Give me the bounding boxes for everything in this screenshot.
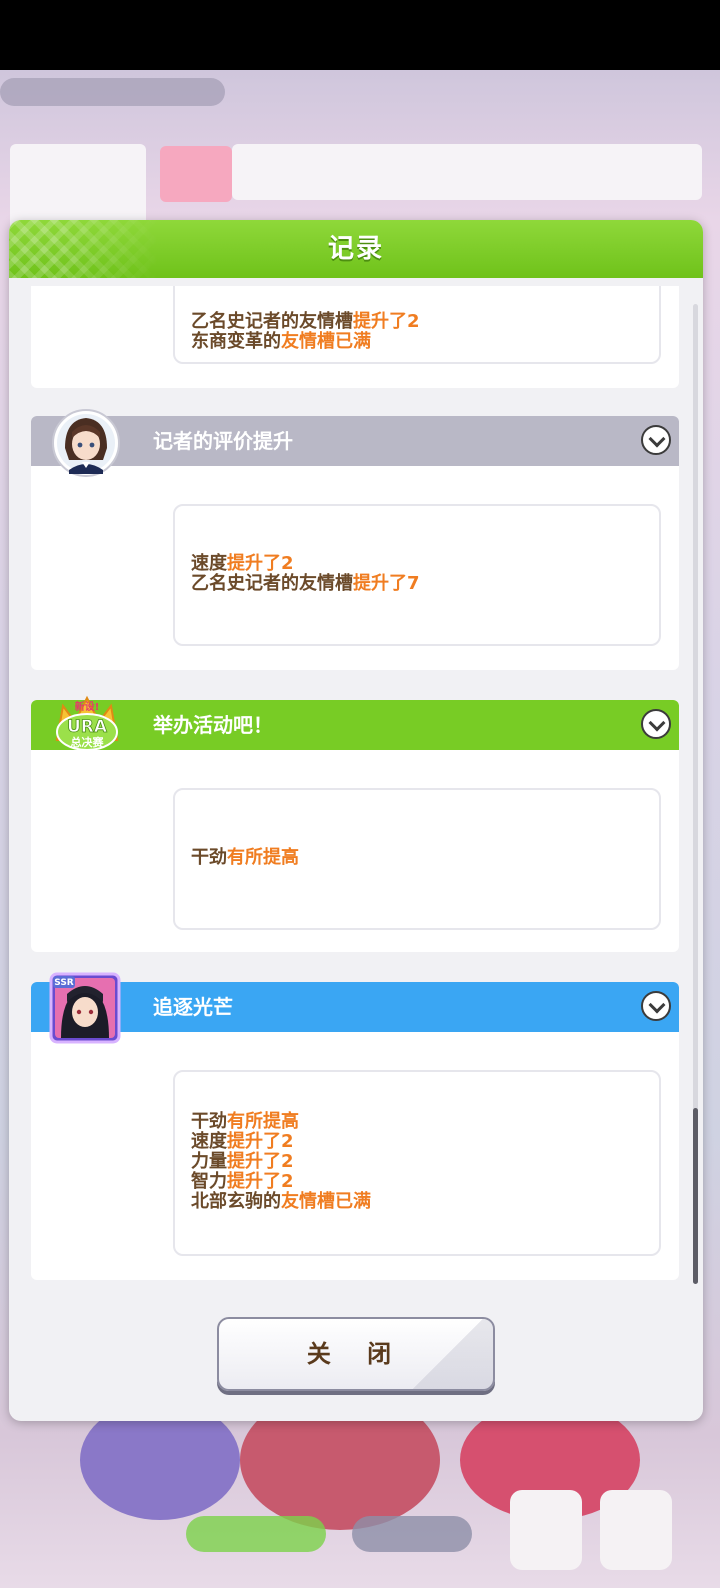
card-title: 举办活动吧！ — [153, 713, 273, 737]
log-card-event: 举办活动吧！ 干劲有所提高 — [31, 700, 679, 952]
card-title: 记者的评价提升 — [153, 429, 293, 453]
bg-goal-panel — [232, 144, 702, 200]
detail-lines: 干劲有所提高 速度提升了2 力量提升了2 智力提升了2 北部玄驹的友情槽已满 — [191, 1112, 371, 1212]
bg-log-button — [510, 1490, 582, 1570]
detail-line: 速度提升了2 — [191, 553, 294, 574]
detail-line: 北部玄驹的友情槽已满 — [191, 1191, 371, 1212]
detail-line: 东商变革的友情槽已满 — [191, 331, 371, 352]
badge-ura-label: URA — [67, 717, 108, 737]
detail-line: 干劲有所提高 — [191, 847, 299, 868]
log-list[interactable]: 乙名史记者的友情槽提升了2 东商变革的友情槽已满 记者的评价提升 速度提升了2 … — [31, 286, 681, 1286]
card-title: 追逐光芒 — [153, 995, 233, 1019]
detail-box: 干劲有所提高 — [173, 788, 661, 930]
scrollbar-thumb[interactable] — [693, 1108, 698, 1284]
rank-label: SSR — [54, 978, 74, 988]
card-header[interactable]: 追逐光芒 — [31, 982, 679, 1032]
log-card-reporter: 记者的评价提升 速度提升了2 乙名史记者的友情槽提升了7 — [31, 416, 679, 670]
chevron-down-icon[interactable] — [641, 709, 671, 739]
card-header[interactable]: 记者的评价提升 — [31, 416, 679, 466]
dialog-header: 记录 — [9, 220, 703, 278]
reporter-avatar-icon — [52, 409, 120, 477]
badge-new-label: 新设! — [75, 700, 100, 713]
chevron-down-icon[interactable] — [641, 991, 671, 1021]
log-card-support: 追逐光芒 干劲有所提高 速度提升了2 力量提升了2 智力提升了2 北部玄驹的友情… — [31, 982, 679, 1280]
detail-box: 速度提升了2 乙名史记者的友情槽提升了7 — [173, 504, 661, 646]
bg-item-button — [352, 1516, 472, 1552]
dialog-title: 记录 — [327, 234, 384, 264]
bg-skill-button — [186, 1516, 326, 1552]
log-card-partial: 乙名史记者的友情槽提升了2 东商变革的友情槽已满 — [31, 286, 679, 388]
detail-line: 力量提升了2 — [191, 1151, 294, 1172]
detail-line: 干劲有所提高 — [191, 1111, 299, 1132]
close-button[interactable]: 关 闭 — [217, 1317, 495, 1391]
card-header[interactable]: 举办活动吧！ — [31, 700, 679, 750]
bg-menu-button — [600, 1490, 672, 1570]
log-dialog: 记录 乙名史记者的友情槽提升了2 东商变革的友情槽已满 记者的评价提升 速度提升… — [9, 220, 703, 1421]
detail-box: 乙名史记者的友情槽提升了2 东商变革的友情槽已满 — [173, 286, 661, 364]
detail-line: 速度提升了2 — [191, 1131, 294, 1152]
chevron-down-icon[interactable] — [641, 425, 671, 455]
ura-finals-badge-icon: 新设! URA 总决赛 — [55, 695, 119, 751]
detail-lines: 速度提升了2 乙名史记者的友情槽提升了7 — [191, 554, 420, 594]
detail-lines: 乙名史记者的友情槽提升了2 东商变革的友情槽已满 — [191, 312, 420, 352]
status-bar — [0, 0, 720, 70]
detail-box: 干劲有所提高 速度提升了2 力量提升了2 智力提升了2 北部玄驹的友情槽已满 — [173, 1070, 661, 1256]
detail-line: 乙名史记者的友情槽提升了2 — [191, 311, 420, 332]
detail-line: 智力提升了2 — [191, 1171, 294, 1192]
badge-finals-label: 总决赛 — [71, 735, 105, 749]
close-button-label: 关 闭 — [306, 1340, 406, 1368]
detail-line: 乙名史记者的友情槽提升了7 — [191, 573, 420, 594]
ssr-support-card-icon: SSR — [49, 972, 121, 1044]
bg-name-plate — [0, 78, 225, 106]
bg-badge — [160, 146, 232, 202]
detail-lines: 干劲有所提高 — [191, 848, 299, 868]
